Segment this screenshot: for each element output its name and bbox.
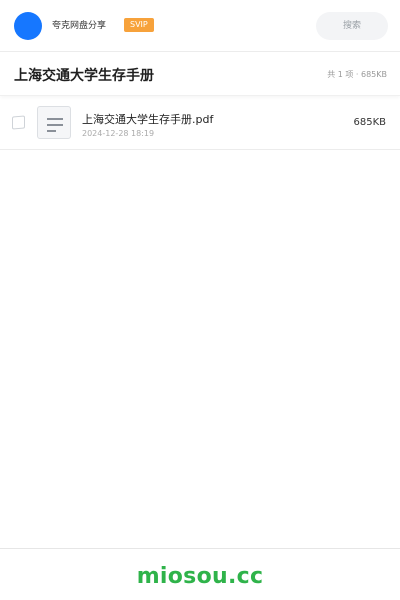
- share-summary: 共 1 项 · 685KB: [327, 70, 387, 79]
- header: 夸克网盘分享 SVIP 搜索: [0, 0, 400, 52]
- footer: miosou.cc: [0, 548, 400, 600]
- file-date: 2024-12-28 18:19: [82, 129, 155, 138]
- share-page: 夸克网盘分享 SVIP 搜索 上海交通大学生存手册 共 1 项 · 685KB …: [0, 0, 400, 600]
- file-row[interactable]: 上海交通大学生存手册.pdf 2024-12-28 18:19 685KB: [0, 97, 400, 150]
- file-checkbox[interactable]: [12, 115, 25, 130]
- page-title: 上海交通大学生存手册: [14, 68, 154, 84]
- brand-link[interactable]: miosou.cc: [0, 563, 400, 591]
- file-size: 685KB: [353, 117, 386, 128]
- file-name[interactable]: 上海交通大学生存手册.pdf: [82, 112, 213, 127]
- svip-badge: SVIP: [124, 18, 154, 32]
- document-icon: [37, 106, 71, 139]
- avatar[interactable]: [14, 12, 42, 40]
- search-button[interactable]: 搜索: [316, 12, 388, 40]
- app-name: 夸克网盘分享: [52, 21, 107, 31]
- share-title-row: 上海交通大学生存手册 共 1 项 · 685KB: [0, 53, 400, 96]
